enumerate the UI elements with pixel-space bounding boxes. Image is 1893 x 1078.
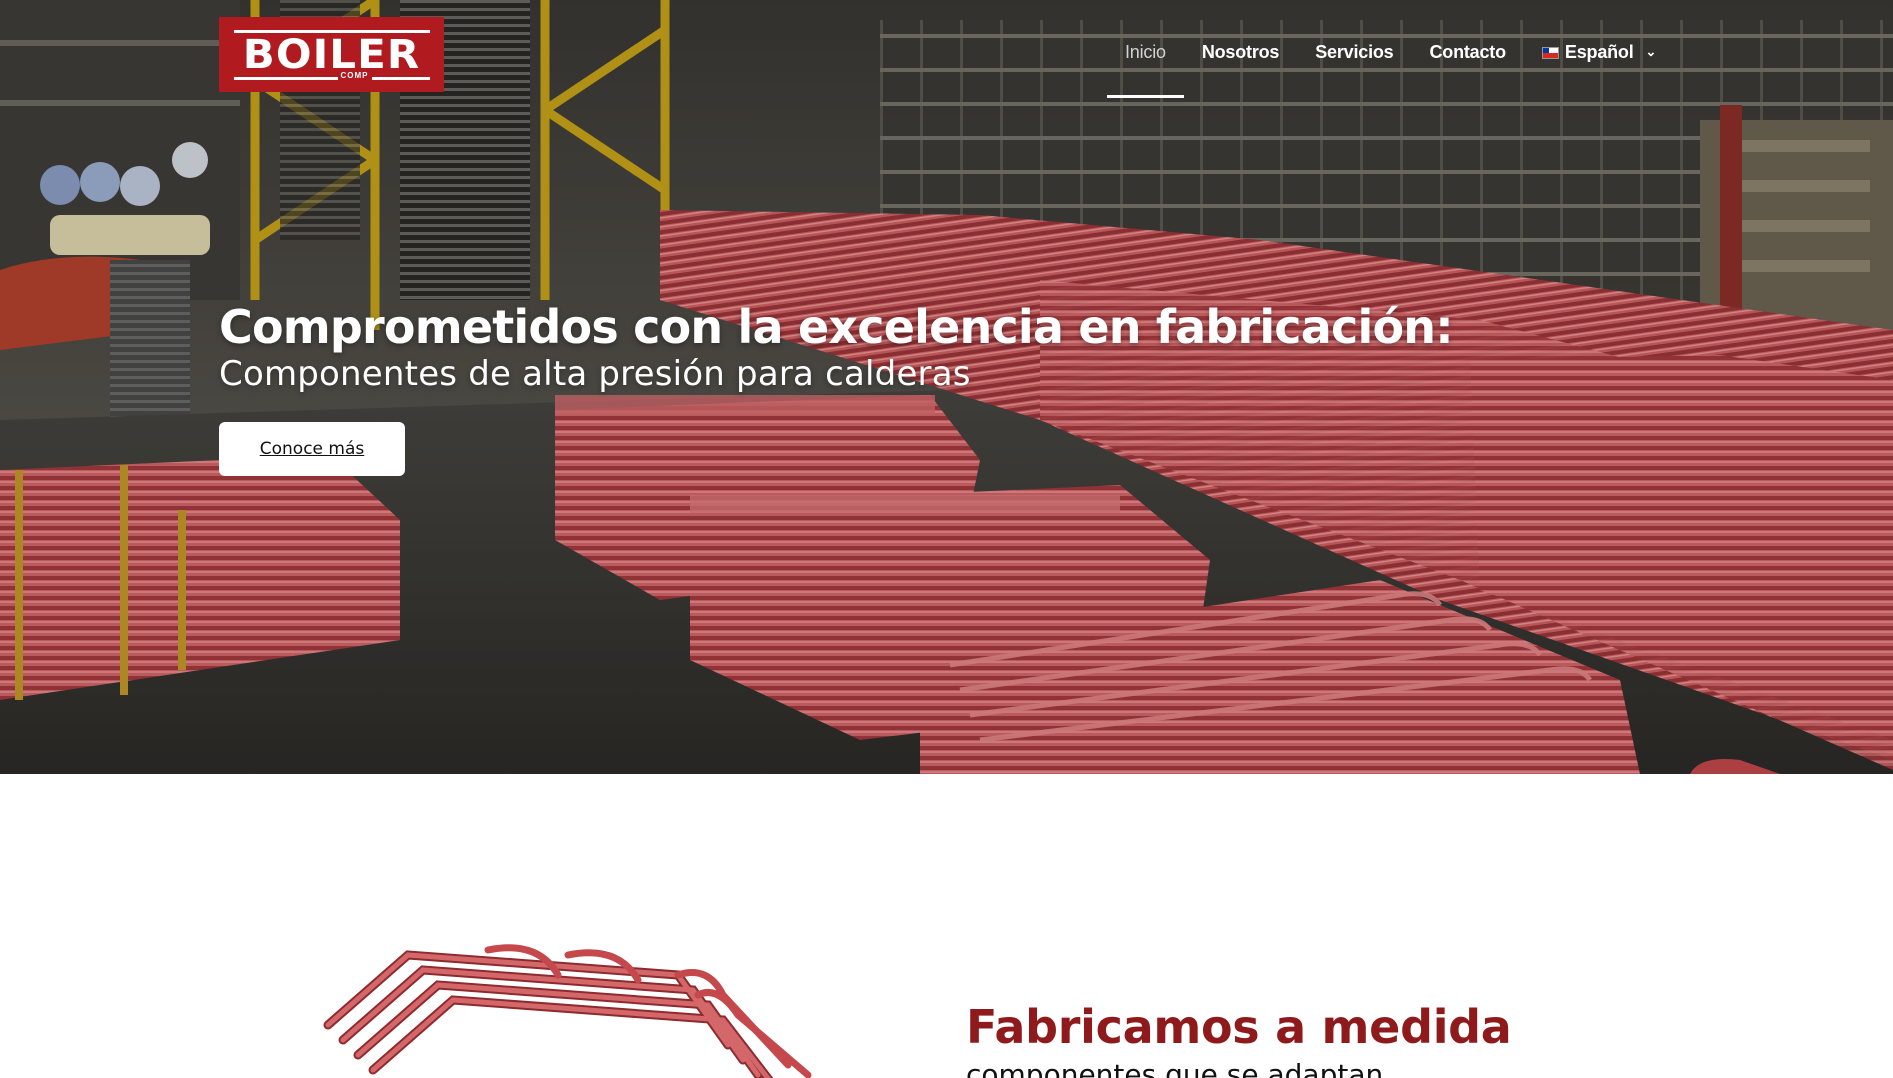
language-selector[interactable]: Español ⌄ xyxy=(1541,42,1657,63)
product-image xyxy=(323,944,812,1078)
nav-item-label: Inicio xyxy=(1125,42,1166,62)
main-nav: Inicio Nosotros Servicios Contacto Españ… xyxy=(1107,42,1692,98)
nav-item-inicio[interactable]: Inicio xyxy=(1107,42,1184,98)
chile-flag-icon xyxy=(1541,46,1559,59)
nav-item-label: Servicios xyxy=(1315,42,1394,62)
logo-frame: BOILER COMP xyxy=(233,29,430,80)
nav-item-label: Contacto xyxy=(1429,42,1507,62)
logo[interactable]: BOILER COMP xyxy=(219,17,444,92)
hero-title: Comprometidos con la excelencia en fabri… xyxy=(219,300,1454,354)
hero-subtitle: Componentes de alta presión para caldera… xyxy=(219,354,971,394)
nav-item-contacto[interactable]: Contacto xyxy=(1429,42,1507,63)
logo-wordmark: BOILER xyxy=(242,31,421,78)
section-subtitle: componentes que se adaptan xyxy=(966,1058,1384,1078)
chevron-down-icon: ⌄ xyxy=(1645,43,1657,59)
language-label: Español xyxy=(1564,42,1634,62)
nav-item-servicios[interactable]: Servicios xyxy=(1315,42,1393,63)
nav-item-label: Nosotros xyxy=(1201,42,1280,62)
logo-subtext: COMP xyxy=(337,70,372,80)
nav-item-nosotros[interactable]: Nosotros xyxy=(1201,42,1280,63)
section-title: Fabricamos a medida xyxy=(966,1000,1512,1054)
active-nav-indicator xyxy=(1107,95,1184,98)
conoce-mas-button[interactable]: Conoce más xyxy=(219,422,405,476)
